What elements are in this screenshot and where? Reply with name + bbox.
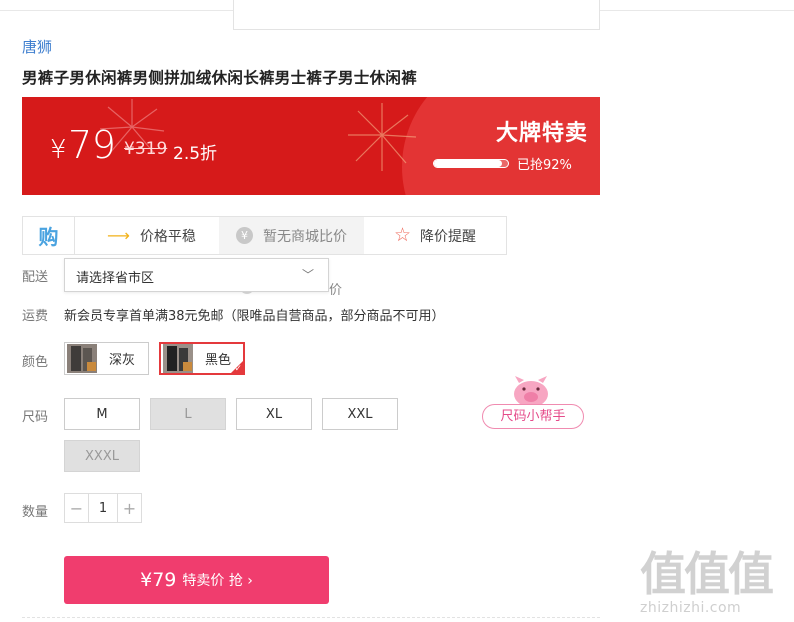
check-icon: ✓ [234, 364, 242, 374]
sale-title: 大牌特卖 [496, 121, 589, 146]
arrow-right-icon: ⟶ [107, 226, 130, 245]
currency-symbol: ¥ [50, 135, 67, 165]
original-price: ¥319 [124, 139, 168, 159]
size-option-xl[interactable]: XL [236, 398, 312, 430]
shipping-text: 新会员专享首单满38元免邮（限唯品自营商品，部分商品不可用） [64, 309, 445, 324]
shipping-label: 运费 [22, 309, 49, 324]
quantity-stepper: − 1 + [64, 493, 142, 523]
sale-price: ¥79 [50, 123, 116, 167]
buy-button-label: 特卖价 抢 › [182, 573, 253, 589]
quantity-decrease-button[interactable]: − [65, 494, 88, 522]
size-option-l[interactable]: L [150, 398, 226, 430]
chevron-down-icon: ﹀ [301, 268, 314, 282]
sale-banner: ¥79 ¥319 2.5折 大牌特卖 已抢92% [22, 97, 600, 195]
size-helper-button[interactable]: 尺码小帮手 [482, 404, 584, 429]
price-tools: 购 ⟶ 价格平稳 ¥ 暂无商城比价 ☆ 降价提醒 [22, 216, 507, 255]
gou-logo: 购 [23, 217, 75, 254]
size-option-xxl[interactable]: XXL [322, 398, 398, 430]
discount-label: 2.5折 [173, 144, 218, 164]
gou-icon: 购 [38, 225, 59, 249]
watermark: 值值值 zhizhizhi.com [640, 538, 790, 616]
delivery-label: 配送 [22, 270, 49, 285]
price-drop-alert-button[interactable]: ☆ 降价提醒 [364, 217, 506, 254]
region-select[interactable]: 请选择省市区 ﹀ [64, 258, 329, 292]
sold-percent: 已抢92% [517, 158, 572, 173]
color-option-label: 黑色 [205, 353, 232, 368]
size-label: 尺码 [22, 410, 49, 425]
product-thumbnail [67, 344, 97, 373]
quantity-label: 数量 [22, 505, 49, 520]
top-tab-box [233, 0, 600, 30]
sold-progress-bar [433, 159, 509, 168]
brand-link[interactable]: 唐狮 [22, 36, 52, 57]
sale-price-value: 79 [68, 123, 116, 167]
buy-button-price: ¥79 [140, 569, 177, 591]
pig-mascot-icon [514, 376, 548, 407]
quantity-input[interactable]: 1 [88, 494, 118, 522]
size-option-xxxl[interactable]: XXXL [64, 440, 140, 472]
size-option-m[interactable]: M [64, 398, 140, 430]
price-compare-button[interactable]: ¥ 暂无商城比价 [219, 217, 364, 254]
price-compare-label: 暂无商城比价 [263, 228, 347, 245]
color-option-label: 深灰 [109, 353, 136, 368]
price-drop-alert-label: 降价提醒 [420, 228, 477, 245]
firework-mid-icon [348, 103, 417, 171]
product-thumbnail [163, 344, 193, 373]
watermark-logo: 值值值 [640, 547, 774, 601]
price-trend-label: 价格平稳 [139, 228, 196, 245]
hidden-price-text: 价 [329, 283, 343, 298]
price-trend-button[interactable]: ⟶ 价格平稳 [75, 217, 219, 254]
region-select-value: 请选择省市区 [76, 271, 155, 286]
color-option-dark-grey[interactable]: 深灰 [64, 342, 149, 375]
bottom-divider [22, 617, 600, 618]
buy-now-button[interactable]: ¥79 特卖价 抢 › [64, 556, 329, 604]
color-option-black[interactable]: 黑色 ✓ [159, 342, 245, 375]
sold-progress-fill [434, 160, 503, 167]
yen-coin-icon: ¥ [236, 227, 253, 244]
star-icon: ☆ [394, 224, 412, 246]
quantity-increase-button[interactable]: + [118, 494, 141, 522]
color-label: 颜色 [22, 355, 49, 370]
product-title: 男裤子男休闲裤男侧拼加绒休闲长裤男士裤子男士休闲裤 [22, 69, 418, 87]
